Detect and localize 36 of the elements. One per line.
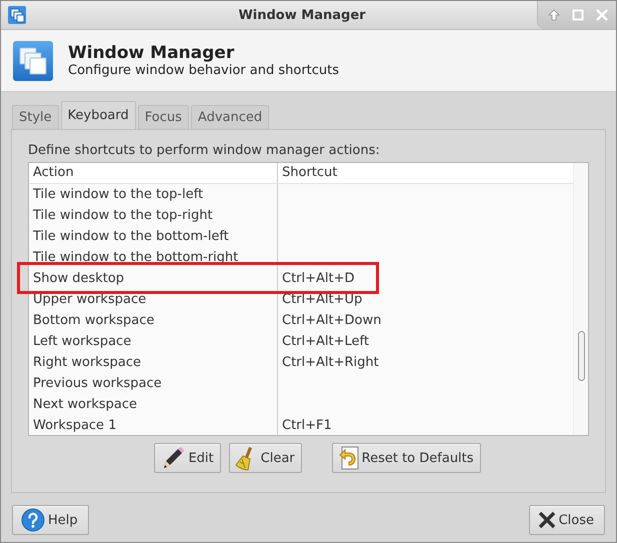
- column-header[interactable]: Action: [29, 163, 277, 183]
- tab[interactable]: Advanced: [190, 105, 270, 129]
- app-icon: [7, 5, 27, 25]
- clear-button[interactable]: Clear: [228, 443, 302, 473]
- close-button[interactable]: Close: [528, 505, 605, 535]
- reset-button[interactable]: Reset to Defaults: [332, 443, 481, 473]
- action-cell[interactable]: Show desktop: [29, 268, 277, 289]
- instruction-text: Define shortcuts to perform window manager actions:: [28, 143, 380, 158]
- header-title: Window Manager: [68, 43, 236, 63]
- close-icon[interactable]: [596, 9, 608, 21]
- action-cell[interactable]: Tile window to the bottom-right: [29, 247, 277, 268]
- tab[interactable]: Focus: [138, 105, 189, 129]
- tab[interactable]: Style: [12, 105, 59, 129]
- action-cell[interactable]: Upper workspace: [29, 289, 277, 310]
- scrollbar-thumb[interactable]: [578, 331, 585, 381]
- app-icon: [12, 40, 54, 82]
- document-arrow-icon: [336, 446, 359, 470]
- window-title: Window Manager: [237, 8, 367, 22]
- action-cell[interactable]: Tile window to the bottom-left: [29, 226, 277, 247]
- action-cell[interactable]: Tile window to the top-right: [29, 205, 277, 226]
- action-cell[interactable]: Left workspace: [29, 331, 277, 352]
- help-button[interactable]: Help: [12, 505, 89, 535]
- action-cell[interactable]: Bottom workspace: [29, 310, 277, 331]
- close-icon: [538, 511, 556, 529]
- scrollbar[interactable]: [573, 163, 588, 435]
- arrow-up-icon[interactable]: [548, 9, 560, 21]
- action-cell[interactable]: Previous workspace: [29, 373, 277, 394]
- action-cell[interactable]: Next workspace: [29, 394, 277, 415]
- tab[interactable]: Keyboard: [60, 101, 136, 129]
- maximize-icon[interactable]: [572, 9, 584, 21]
- help-icon: [21, 508, 45, 532]
- action-cell[interactable]: Right workspace: [29, 352, 277, 373]
- action-cell[interactable]: Workspace 1: [29, 415, 277, 435]
- header-subtitle: Configure window behavior and shortcuts: [68, 63, 340, 78]
- edit-button[interactable]: Edit: [154, 443, 221, 473]
- action-cell[interactable]: Tile window to the top-left: [29, 184, 277, 205]
